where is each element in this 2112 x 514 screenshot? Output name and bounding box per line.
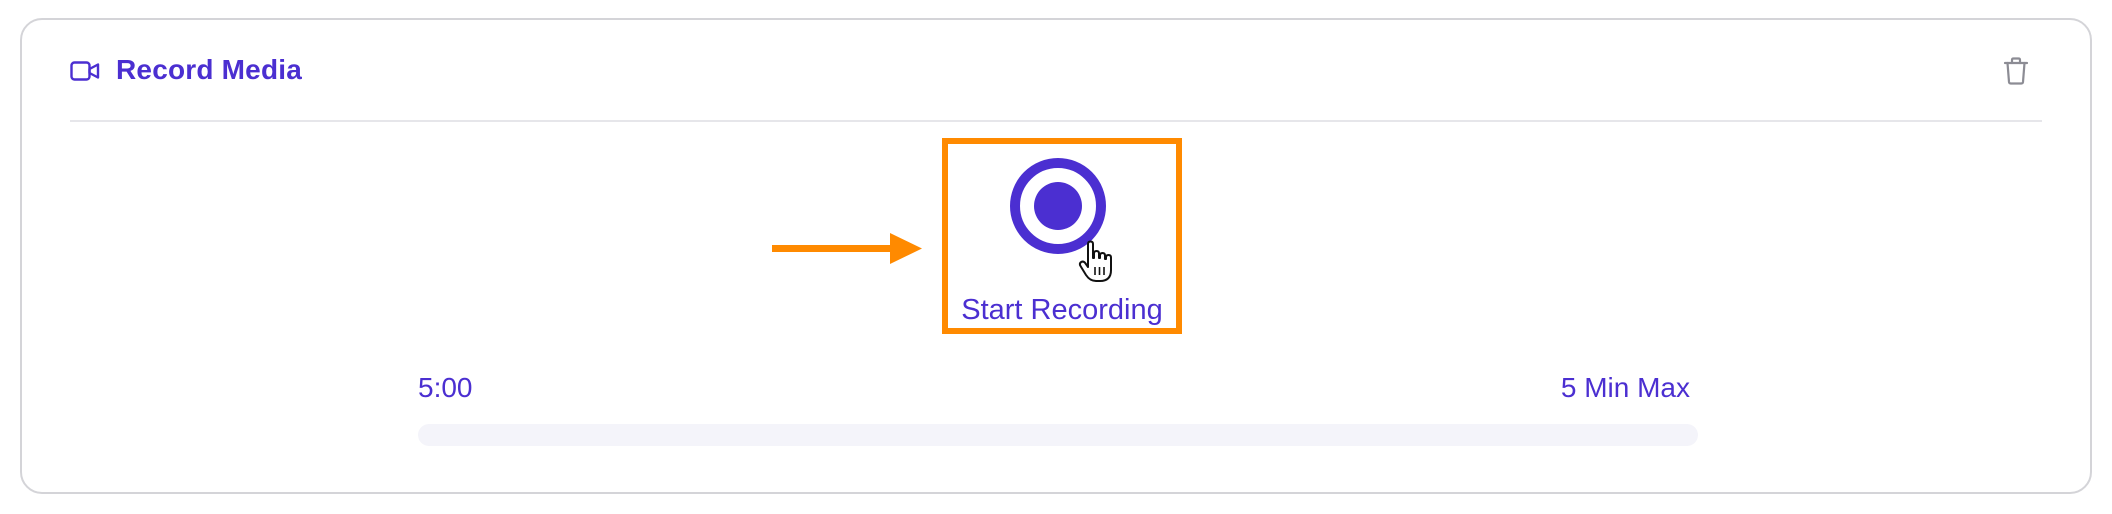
hand-cursor-icon [1078, 240, 1114, 284]
video-camera-icon [70, 60, 100, 81]
card-header: Record Media [70, 54, 302, 86]
start-recording-label[interactable]: Start Recording [948, 294, 1176, 327]
time-remaining: 5:00 [418, 372, 473, 403]
start-recording-highlight: Start Recording [942, 138, 1182, 334]
trash-icon[interactable] [2002, 56, 2030, 86]
max-duration-label: 5 Min Max [1560, 372, 1690, 403]
header-divider [70, 120, 2042, 122]
highlight-arrow [772, 230, 942, 266]
recording-progress-bar [418, 424, 1698, 446]
record-media-card: Record Media Start Recording 5:00 5 Min … [20, 18, 2092, 494]
card-title: Record Media [116, 54, 302, 85]
